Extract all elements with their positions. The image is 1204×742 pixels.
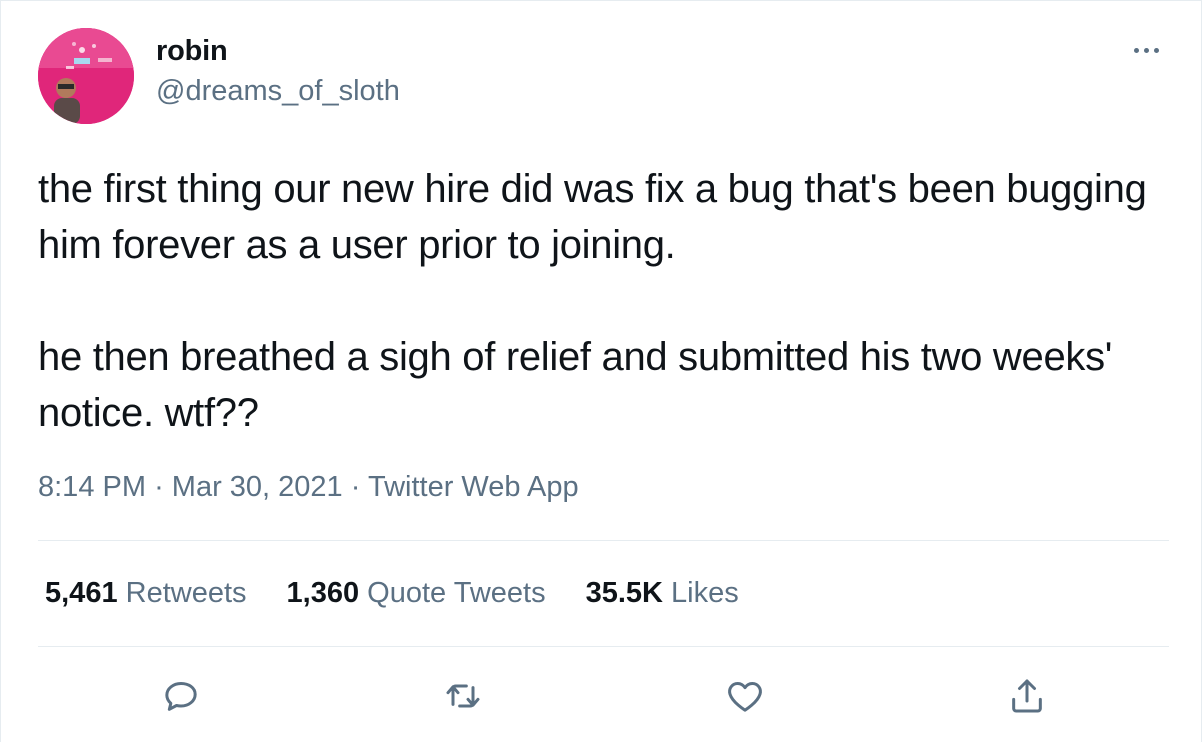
tweet-source[interactable]: Twitter Web App xyxy=(368,471,579,503)
meta-separator: · xyxy=(350,471,361,503)
tweet-time[interactable]: 8:14 PM xyxy=(38,471,146,503)
author-display-name[interactable]: robin xyxy=(156,35,228,68)
share-button[interactable] xyxy=(1000,669,1054,723)
divider xyxy=(38,646,1169,647)
more-horizontal-icon xyxy=(1133,47,1139,53)
quote-tweets-label: Quote Tweets xyxy=(367,577,546,609)
tweet-date[interactable]: Mar 30, 2021 xyxy=(172,471,343,503)
heart-icon xyxy=(728,682,762,712)
share-icon xyxy=(1012,679,1042,713)
tweet-text: the first thing our new hire did was fix… xyxy=(38,161,1178,441)
quote-tweets-stat[interactable]: 1,360 Quote Tweets xyxy=(287,577,546,610)
likes-count: 35.5K xyxy=(585,577,663,609)
retweet-button[interactable] xyxy=(436,669,490,723)
tweet-paragraph: the first thing our new hire did was fix… xyxy=(38,167,1147,267)
reply-icon xyxy=(165,682,197,711)
likes-label: Likes xyxy=(671,577,739,609)
more-options-button[interactable] xyxy=(1123,37,1169,63)
like-button[interactable] xyxy=(718,669,772,723)
tweet-card: robin @dreams_of_sloth the first thing o… xyxy=(0,0,1202,742)
retweets-label: Retweets xyxy=(125,577,247,609)
retweets-stat[interactable]: 5,461 Retweets xyxy=(45,577,247,610)
tweet-actions xyxy=(1,669,1204,723)
quote-tweets-count: 1,360 xyxy=(286,577,360,609)
author-handle[interactable]: @dreams_of_sloth xyxy=(156,75,400,108)
more-horizontal-icon-dot xyxy=(1143,47,1149,53)
tweet-stats: 5,461 Retweets 1,360 Quote Tweets 35.5K … xyxy=(45,577,739,610)
tweet-metadata: 8:14 PM · Mar 30, 2021 · Twitter Web App xyxy=(38,471,579,504)
reply-button[interactable] xyxy=(154,669,208,723)
tweet-paragraph: he then breathed a sigh of relief and su… xyxy=(38,335,1113,435)
meta-separator: · xyxy=(154,471,164,503)
retweet-icon xyxy=(446,684,480,708)
likes-stat[interactable]: 35.5K Likes xyxy=(586,577,739,610)
avatar-image xyxy=(38,28,134,124)
retweets-count: 5,461 xyxy=(45,577,118,609)
avatar[interactable] xyxy=(38,28,134,124)
divider xyxy=(38,540,1169,541)
more-horizontal-icon-dot xyxy=(1153,47,1159,53)
